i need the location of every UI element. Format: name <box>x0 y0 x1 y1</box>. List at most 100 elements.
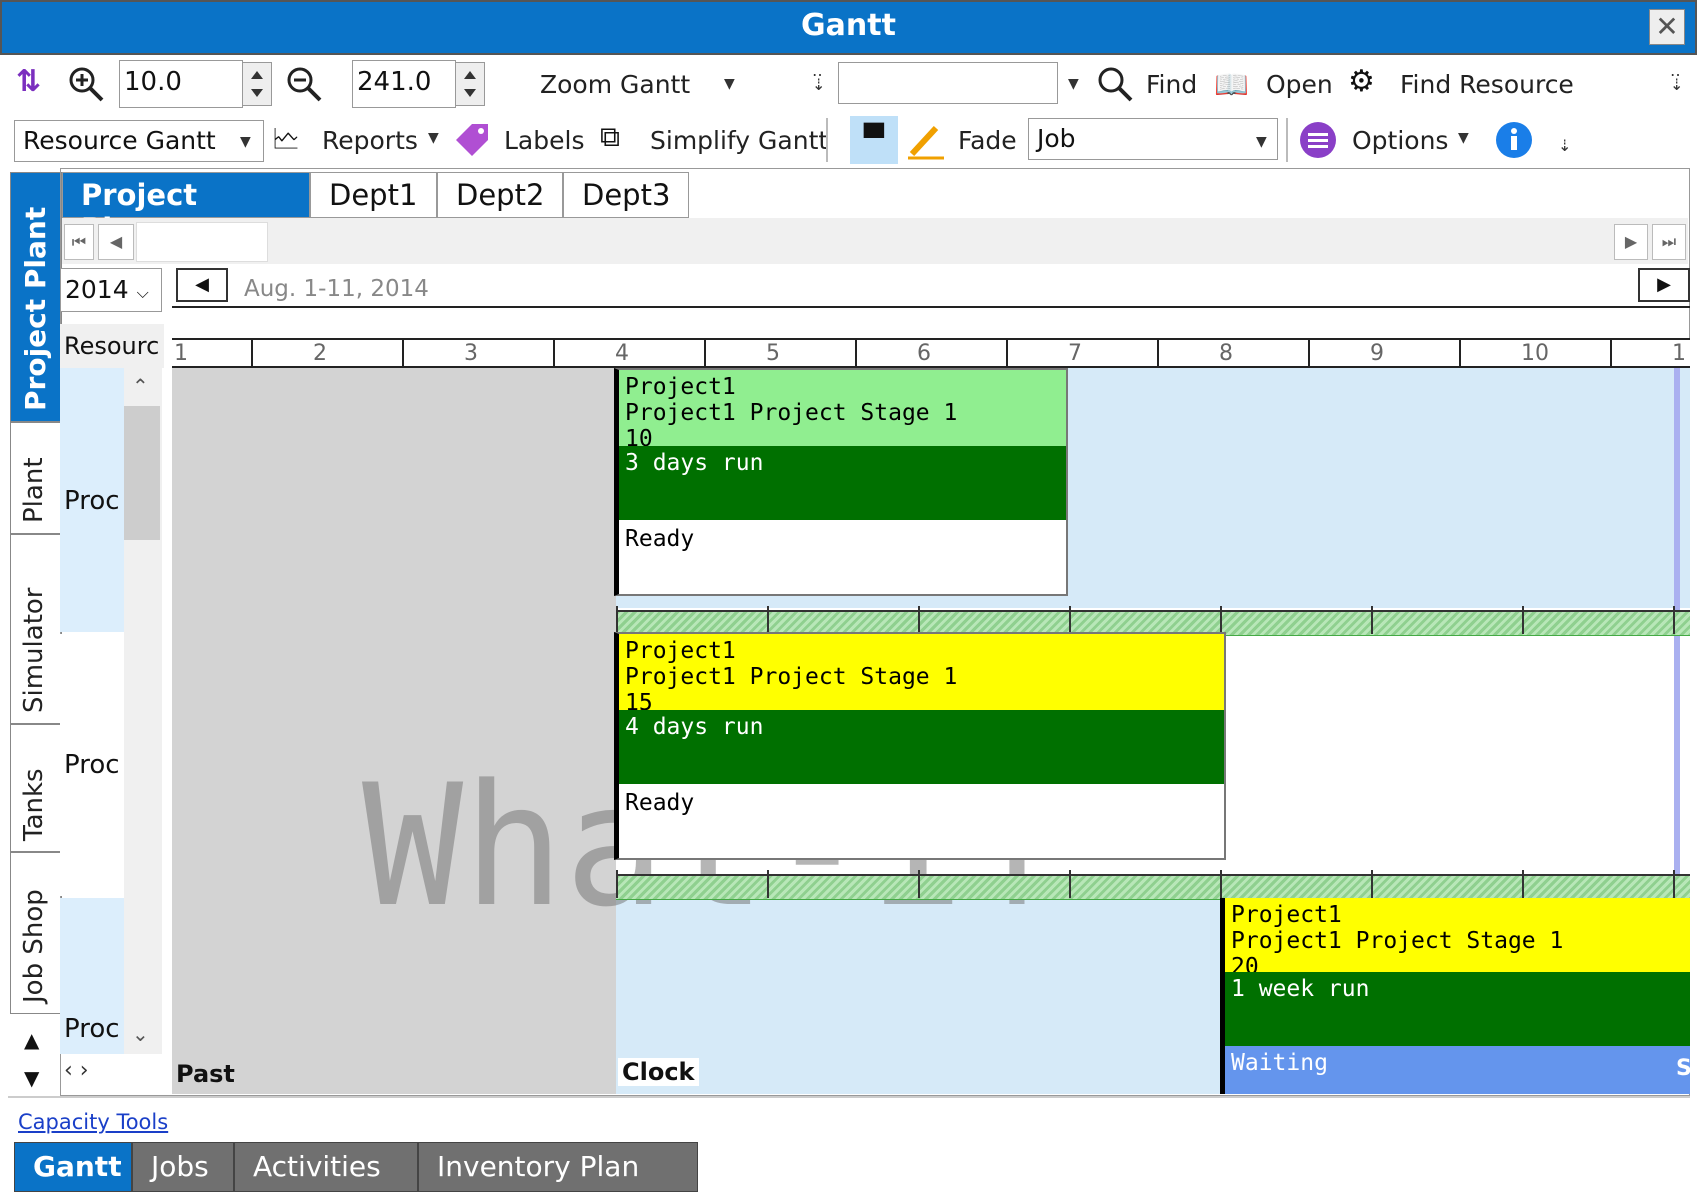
capacity-tick <box>616 606 618 634</box>
side-tab-plant[interactable]: Plant <box>10 422 62 534</box>
divider <box>172 306 1690 308</box>
tag-icon[interactable] <box>452 120 492 160</box>
activity-block[interactable]: Project1 Project1 Project Stage 1 20 1 wee… <box>1220 898 1690 1094</box>
capacity-bar <box>616 870 1690 900</box>
bottom-tab-jobs[interactable]: Jobs <box>132 1142 234 1192</box>
toolbar2-overflow-icon[interactable]: ⇣ <box>1558 136 1571 155</box>
capacity-tick <box>767 606 769 634</box>
find-dropdown-chevron-icon[interactable]: ▼ <box>1068 76 1079 92</box>
info-icon[interactable] <box>1494 120 1534 160</box>
year-select[interactable]: 2014 ⌵ <box>60 268 162 312</box>
side-tab-job-shop[interactable]: Job Shop <box>10 852 62 1014</box>
bottom-tab-gantt[interactable]: Gantt <box>14 1142 132 1192</box>
ruler-day-label: 3 <box>464 341 478 366</box>
side-tab-tanks[interactable]: Tanks <box>10 724 62 852</box>
find-resource-button[interactable]: Find Resource <box>1400 70 1574 99</box>
book-icon[interactable]: 📖 <box>1214 68 1249 101</box>
pencil-icon[interactable] <box>906 120 946 160</box>
resource-row-label[interactable]: Proc <box>64 1014 120 1044</box>
capacity-tick <box>918 606 920 634</box>
simplify-icon[interactable]: ⧉ <box>600 120 620 154</box>
bottom-tab-inventory-plan[interactable]: Inventory Plan <box>418 1142 698 1192</box>
next-page-icon[interactable]: ▶ <box>1614 224 1648 260</box>
chevron-down-icon[interactable]: ▼ <box>724 76 735 92</box>
gantt-type-select[interactable]: Resource Gantt <box>14 120 264 162</box>
ruler-day-label: 10 <box>1521 341 1549 366</box>
ruler-tick <box>1610 340 1612 366</box>
zoom-out-icon[interactable] <box>284 64 324 104</box>
capacity-tools-link[interactable]: Capacity Tools <box>18 1110 168 1134</box>
find-button[interactable]: Find <box>1146 70 1197 99</box>
scroll-up-chevron-icon[interactable]: ⌃ <box>132 374 149 398</box>
year-chevron-icon: ⌵ <box>136 283 149 302</box>
scroll-down-icon[interactable]: ▼ <box>24 1066 39 1090</box>
resource-scrollbar-thumb[interactable] <box>124 406 160 540</box>
side-tab-project-plant[interactable]: Project Plant <box>10 172 62 422</box>
zoom-in-icon[interactable] <box>66 64 106 104</box>
fade-chevron-icon[interactable]: ▼ <box>1256 134 1267 150</box>
block-status: Ready <box>625 526 695 552</box>
capacity-tick <box>1673 606 1675 634</box>
ruler-tick <box>855 340 857 366</box>
date-next-button[interactable]: ▶ <box>1638 268 1690 302</box>
scroll-up-icon[interactable]: ▲ <box>24 1028 39 1052</box>
side-tab-simulator[interactable]: Simulator <box>10 534 62 724</box>
zoom-out-input[interactable]: 241.0 <box>352 60 456 108</box>
horizontal-scroll-arrows-icon[interactable]: ‹ › <box>64 1058 89 1083</box>
tab-dept2[interactable]: Dept2 <box>437 172 563 218</box>
tab-dept1[interactable]: Dept1 <box>310 172 437 218</box>
date-prev-button[interactable]: ◀ <box>176 268 228 302</box>
search-icon[interactable] <box>1095 64 1135 104</box>
open-button[interactable]: Open <box>1266 70 1333 99</box>
reports-icon[interactable]: 🗠 <box>272 118 300 166</box>
tab-dept3[interactable]: Dept3 <box>563 172 689 218</box>
resource-row-label[interactable]: Proc <box>64 486 120 516</box>
tab-project-plant[interactable]: Project Plant <box>62 172 310 246</box>
nav-strip <box>62 218 1688 264</box>
zoom-in-stepper[interactable] <box>242 62 272 106</box>
toolbar-overflow-icon[interactable]: ‥ ⇣ <box>1670 63 1683 93</box>
sort-arrows-icon[interactable]: ⇅ <box>16 64 60 104</box>
block-header: Project1 Project1 Project Stage 1 10 <box>619 370 1066 446</box>
divider <box>8 1096 1690 1098</box>
first-page-icon[interactable]: ⏮ <box>64 224 94 260</box>
comment-icon[interactable]: ▀ <box>850 116 898 164</box>
past-region <box>172 368 616 1094</box>
activity-block[interactable]: Project1 Project1 Project Stage 1 15 4 day… <box>614 632 1226 860</box>
close-button[interactable]: ✕ <box>1649 9 1685 45</box>
ruler-tick <box>704 340 706 366</box>
options-button[interactable]: Options <box>1352 126 1448 155</box>
prev-page-icon[interactable]: ◀ <box>98 224 134 260</box>
zoom-gantt-button[interactable]: Zoom Gantt <box>540 70 690 99</box>
zoom-out-stepper[interactable] <box>455 62 485 106</box>
find-resource-icon[interactable]: ⚙ <box>1348 64 1375 99</box>
bottom-tab-activities[interactable]: Activities <box>234 1142 418 1192</box>
zoom-in-input[interactable]: 10.0 <box>119 60 243 108</box>
reports-button[interactable]: Reports <box>322 126 418 155</box>
ruler-day-label: 7 <box>1068 341 1082 366</box>
options-chevron-icon[interactable]: ▼ <box>1458 130 1469 146</box>
scroll-down-chevron-icon[interactable]: ⌄ <box>132 1022 149 1046</box>
block-header: Project1 Project1 Project Stage 1 15 <box>619 634 1224 710</box>
activity-block[interactable]: Project1 Project1 Project Stage 1 10 3 day… <box>614 368 1068 596</box>
options-icon[interactable] <box>1298 120 1338 160</box>
block-job: Project1 <box>625 374 736 400</box>
ruler-day-label: 9 <box>1370 341 1384 366</box>
block-run: 4 days run <box>619 710 1224 784</box>
fade-select[interactable]: Job <box>1028 118 1278 160</box>
toolbar-grip-icon: ‥ ⇣ <box>812 61 826 94</box>
block-stage: Project1 Project Stage 1 <box>1231 928 1564 954</box>
simplify-gantt-button[interactable]: Simplify Gantt <box>650 126 828 155</box>
last-page-icon[interactable]: ⏭ <box>1652 224 1686 260</box>
gantt-type-chevron-icon[interactable]: ▼ <box>240 134 251 150</box>
capacity-tick <box>1220 870 1222 898</box>
capacity-tick <box>616 870 618 898</box>
reports-chevron-icon[interactable]: ▼ <box>428 130 439 146</box>
find-dropdown[interactable] <box>838 62 1058 104</box>
capacity-tick <box>1371 870 1373 898</box>
resource-column-header: Resourc <box>60 324 164 368</box>
labels-button[interactable]: Labels <box>504 126 584 155</box>
nav-scroll-thumb[interactable] <box>136 222 268 262</box>
capacity-tick <box>1673 870 1675 898</box>
resource-row-label[interactable]: Proc <box>64 750 120 780</box>
